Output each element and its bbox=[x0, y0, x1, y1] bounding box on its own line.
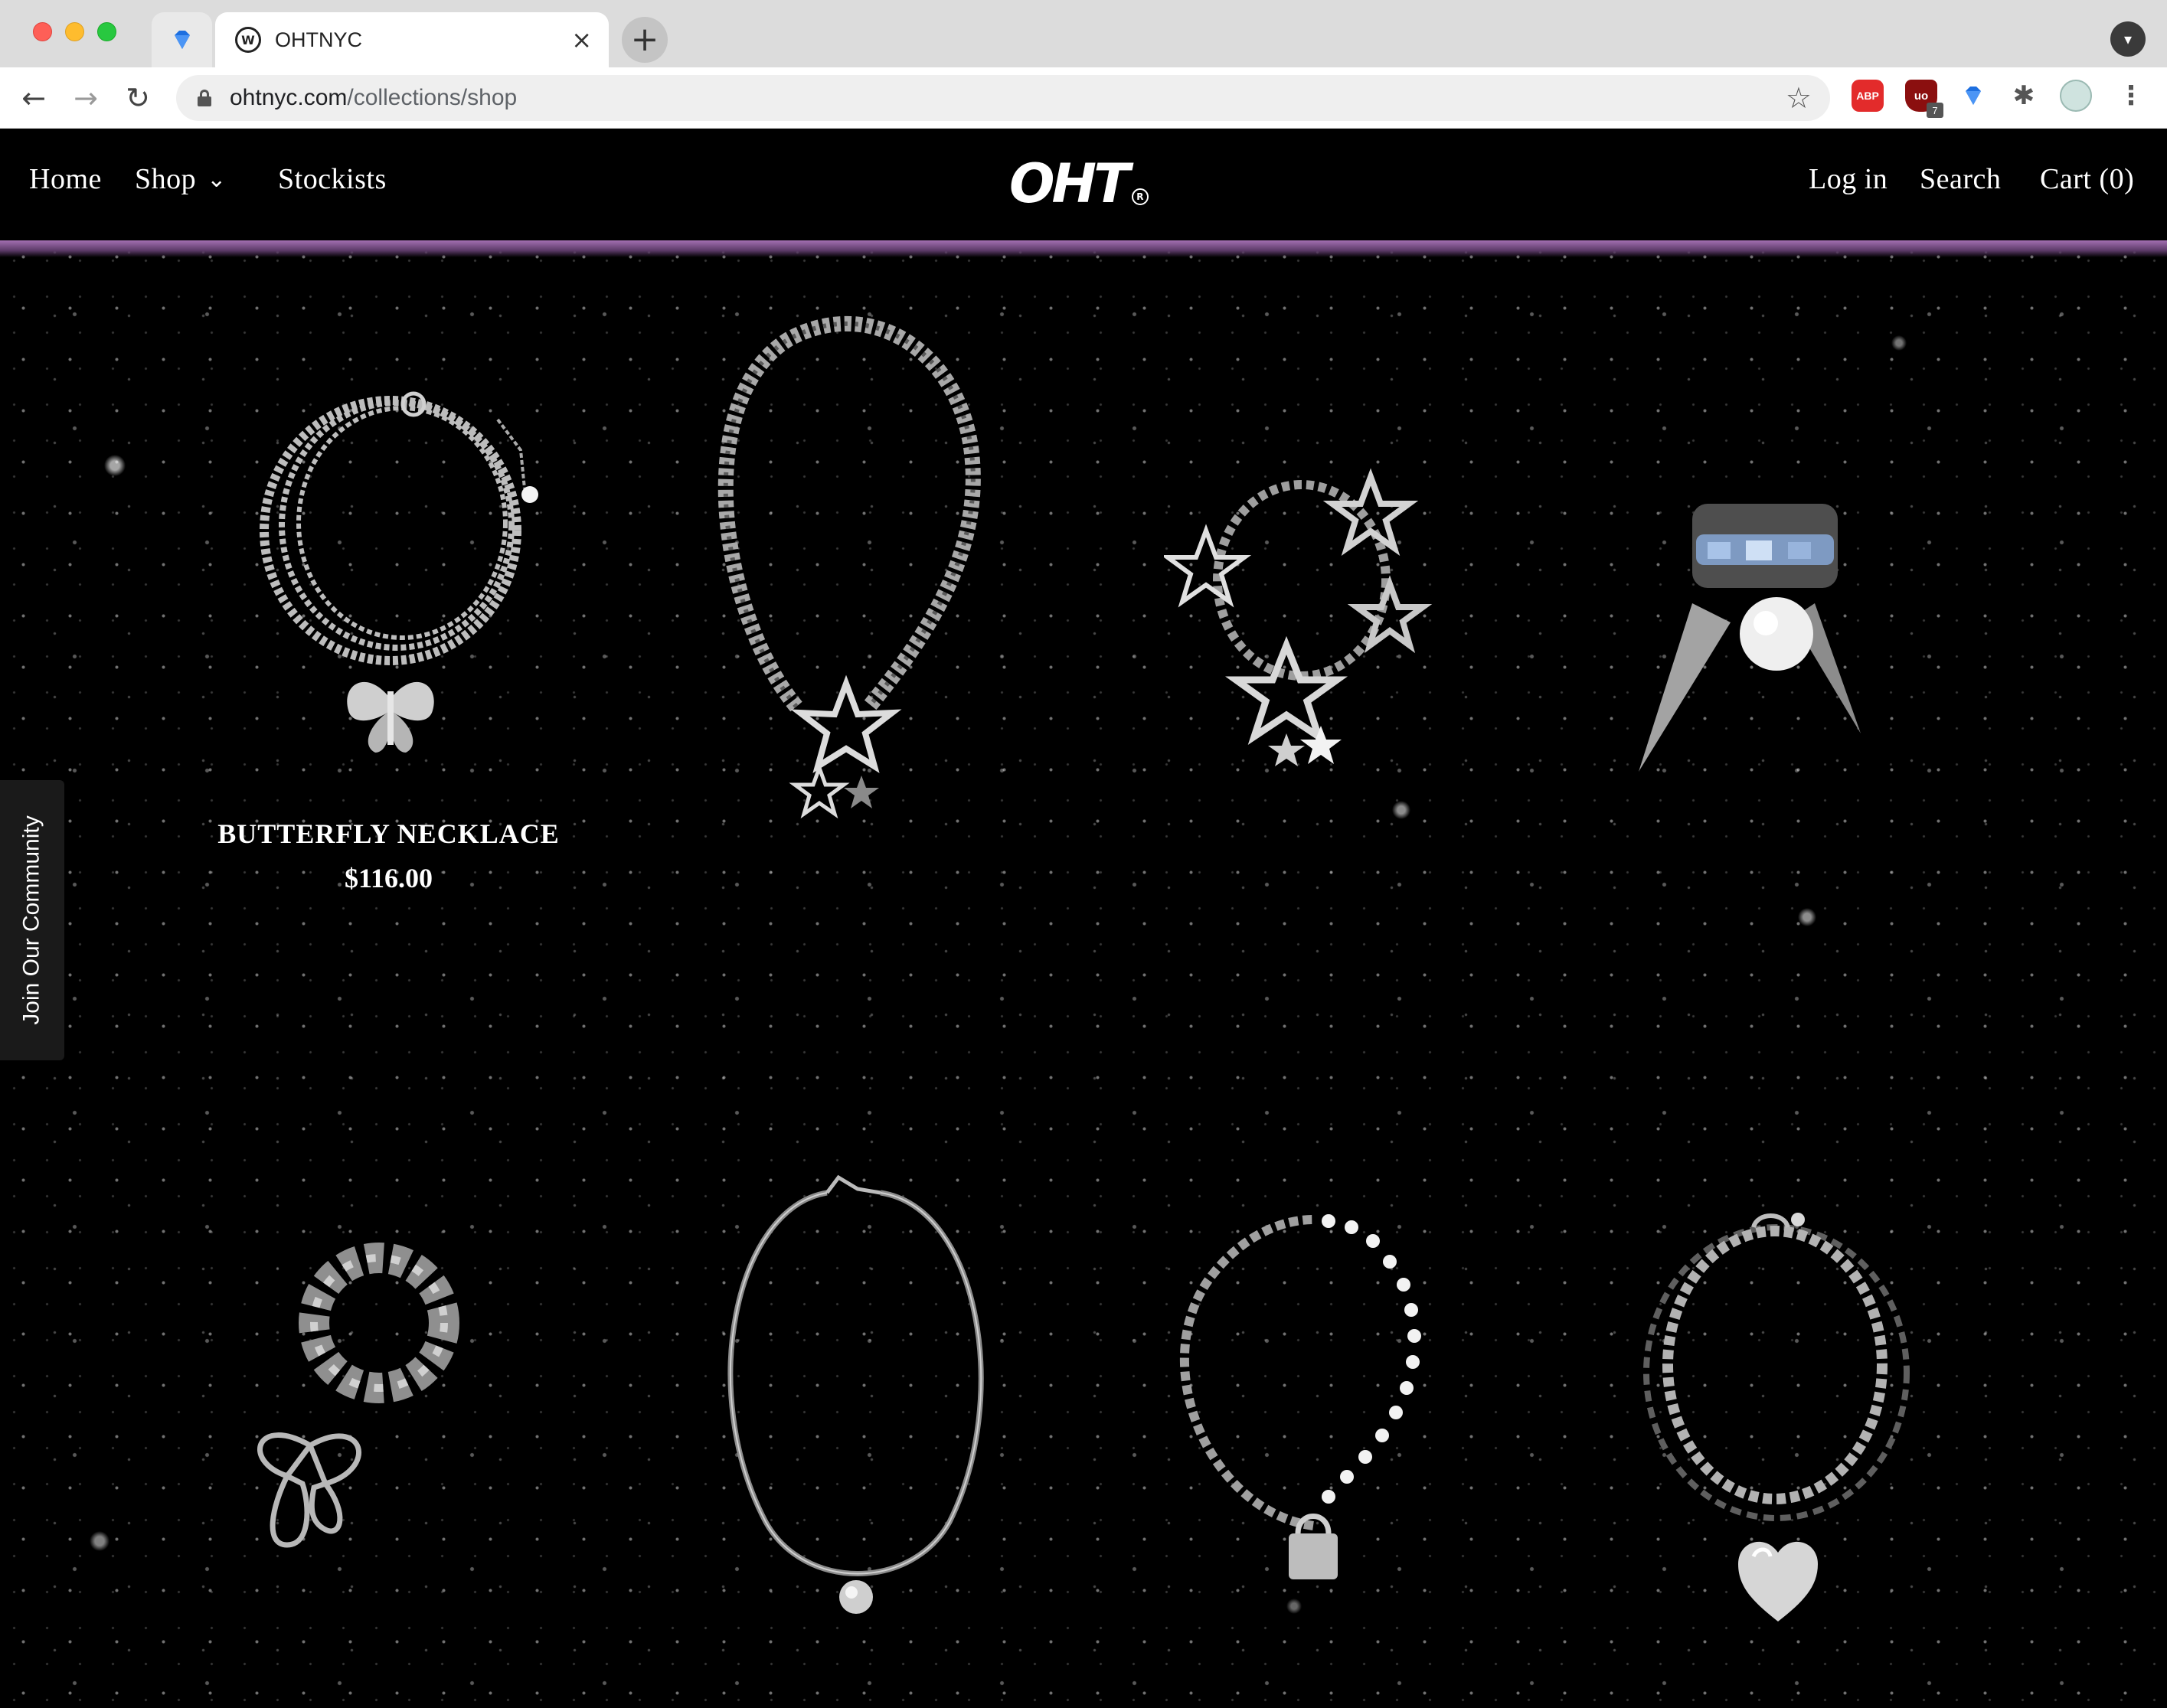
registered-mark: R bbox=[1131, 188, 1149, 205]
new-tab-button[interactable]: + bbox=[622, 17, 668, 63]
ublock-extension-icon[interactable]: uo 7 bbox=[1905, 80, 1943, 118]
crystal-ring-image bbox=[1639, 504, 1861, 772]
product-info-butterfly-necklace[interactable]: BUTTERFLY NECKLACE $116.00 bbox=[184, 818, 593, 894]
fullscreen-window-button[interactable] bbox=[97, 22, 116, 41]
address-bar[interactable]: ohtnyc.com/collections/shop ☆ bbox=[176, 75, 1830, 121]
nav-shop-label: Shop bbox=[135, 163, 197, 195]
product-card-star-bracelet[interactable] bbox=[1164, 450, 1440, 772]
close-window-button[interactable] bbox=[33, 22, 52, 41]
product-card-crystal-ring[interactable] bbox=[1623, 488, 1884, 779]
product-card-padlock-bracelet[interactable] bbox=[1160, 1204, 1466, 1602]
profile-avatar[interactable] bbox=[2060, 80, 2092, 112]
lock-icon[interactable] bbox=[198, 90, 211, 106]
shop-page: Home Shop ⌄ Stockists OHT R Log in Searc… bbox=[0, 129, 2167, 1708]
site-logo[interactable]: OHT R bbox=[1009, 152, 1149, 216]
tab-close-icon[interactable]: × bbox=[571, 28, 592, 52]
tab-title: OHTNYC bbox=[275, 28, 362, 51]
heart-bracelet-image bbox=[1643, 1213, 1910, 1621]
browser-menu-icon[interactable]: ⋮ bbox=[2115, 80, 2147, 112]
browser-tab-bar: W OHTNYC × + ▾ bbox=[0, 0, 2167, 67]
bookmark-star-icon[interactable]: ☆ bbox=[1786, 83, 1812, 113]
product-card-butterfly-necklace[interactable] bbox=[245, 389, 551, 772]
ublock-label: uo bbox=[1914, 89, 1929, 103]
header-glow-divider bbox=[0, 240, 2167, 257]
product-card-star-chain-necklace[interactable] bbox=[704, 309, 988, 844]
site-favicon-icon: W bbox=[235, 27, 261, 53]
star-chain-necklace-image bbox=[717, 315, 981, 819]
product-card-snake-chain-necklace[interactable] bbox=[704, 1162, 1011, 1621]
url-host: ohtnyc.com bbox=[230, 85, 348, 110]
nav-home-link[interactable]: Home bbox=[29, 162, 102, 198]
reload-icon[interactable]: ↻ bbox=[118, 78, 158, 118]
padlock-bracelet-image bbox=[1179, 1214, 1421, 1579]
gem-extension-icon[interactable] bbox=[1957, 80, 1989, 112]
logo-text: OHT bbox=[1009, 152, 1130, 215]
nav-search-link[interactable]: Search bbox=[1920, 162, 2001, 198]
site-header: Home Shop ⌄ Stockists OHT R Log in Searc… bbox=[0, 129, 2167, 242]
chain-necklace-image bbox=[260, 391, 538, 753]
browser-toolbar: ← → ↻ ohtnyc.com/collections/shop ☆ bbox=[0, 67, 2167, 129]
nav-login-link[interactable]: Log in bbox=[1809, 162, 1888, 198]
product-name[interactable]: BUTTERFLY NECKLACE bbox=[184, 818, 593, 850]
tab-search-icon[interactable]: ▾ bbox=[2110, 21, 2146, 57]
active-tab[interactable]: W OHTNYC × bbox=[215, 12, 609, 67]
nav-shop-link[interactable]: Shop ⌄ bbox=[135, 162, 227, 198]
adblock-extension-icon[interactable]: ABP bbox=[1852, 80, 1884, 112]
back-arrow-icon[interactable]: ← bbox=[14, 78, 54, 118]
nav-stockists-link[interactable]: Stockists bbox=[278, 162, 387, 198]
join-community-label: Join Our Community bbox=[19, 815, 45, 1025]
minimize-window-button[interactable] bbox=[65, 22, 84, 41]
url-path: /collections/shop bbox=[347, 85, 518, 110]
pinned-tab[interactable] bbox=[152, 12, 212, 67]
star-bracelet-image bbox=[1164, 468, 1433, 766]
gem-icon bbox=[1966, 87, 1981, 105]
join-community-tab[interactable]: Join Our Community bbox=[0, 780, 64, 1060]
chevron-down-icon: ⌄ bbox=[207, 166, 227, 194]
product-price: $116.00 bbox=[344, 863, 433, 893]
url-text[interactable]: ohtnyc.com/collections/shop bbox=[230, 85, 1786, 111]
gem-icon bbox=[174, 31, 190, 49]
forward-arrow-icon[interactable]: → bbox=[66, 78, 106, 118]
butterfly-ring-image bbox=[257, 1243, 459, 1548]
snake-chain-necklace-image bbox=[727, 1174, 984, 1614]
product-card-heart-bracelet[interactable] bbox=[1600, 1204, 1945, 1633]
ublock-badge: 7 bbox=[1927, 103, 1943, 118]
extensions-puzzle-icon[interactable]: ✱ bbox=[2008, 80, 2040, 112]
product-card-butterfly-ring[interactable] bbox=[237, 1170, 490, 1583]
nav-cart-link[interactable]: Cart (0) bbox=[2040, 162, 2134, 198]
